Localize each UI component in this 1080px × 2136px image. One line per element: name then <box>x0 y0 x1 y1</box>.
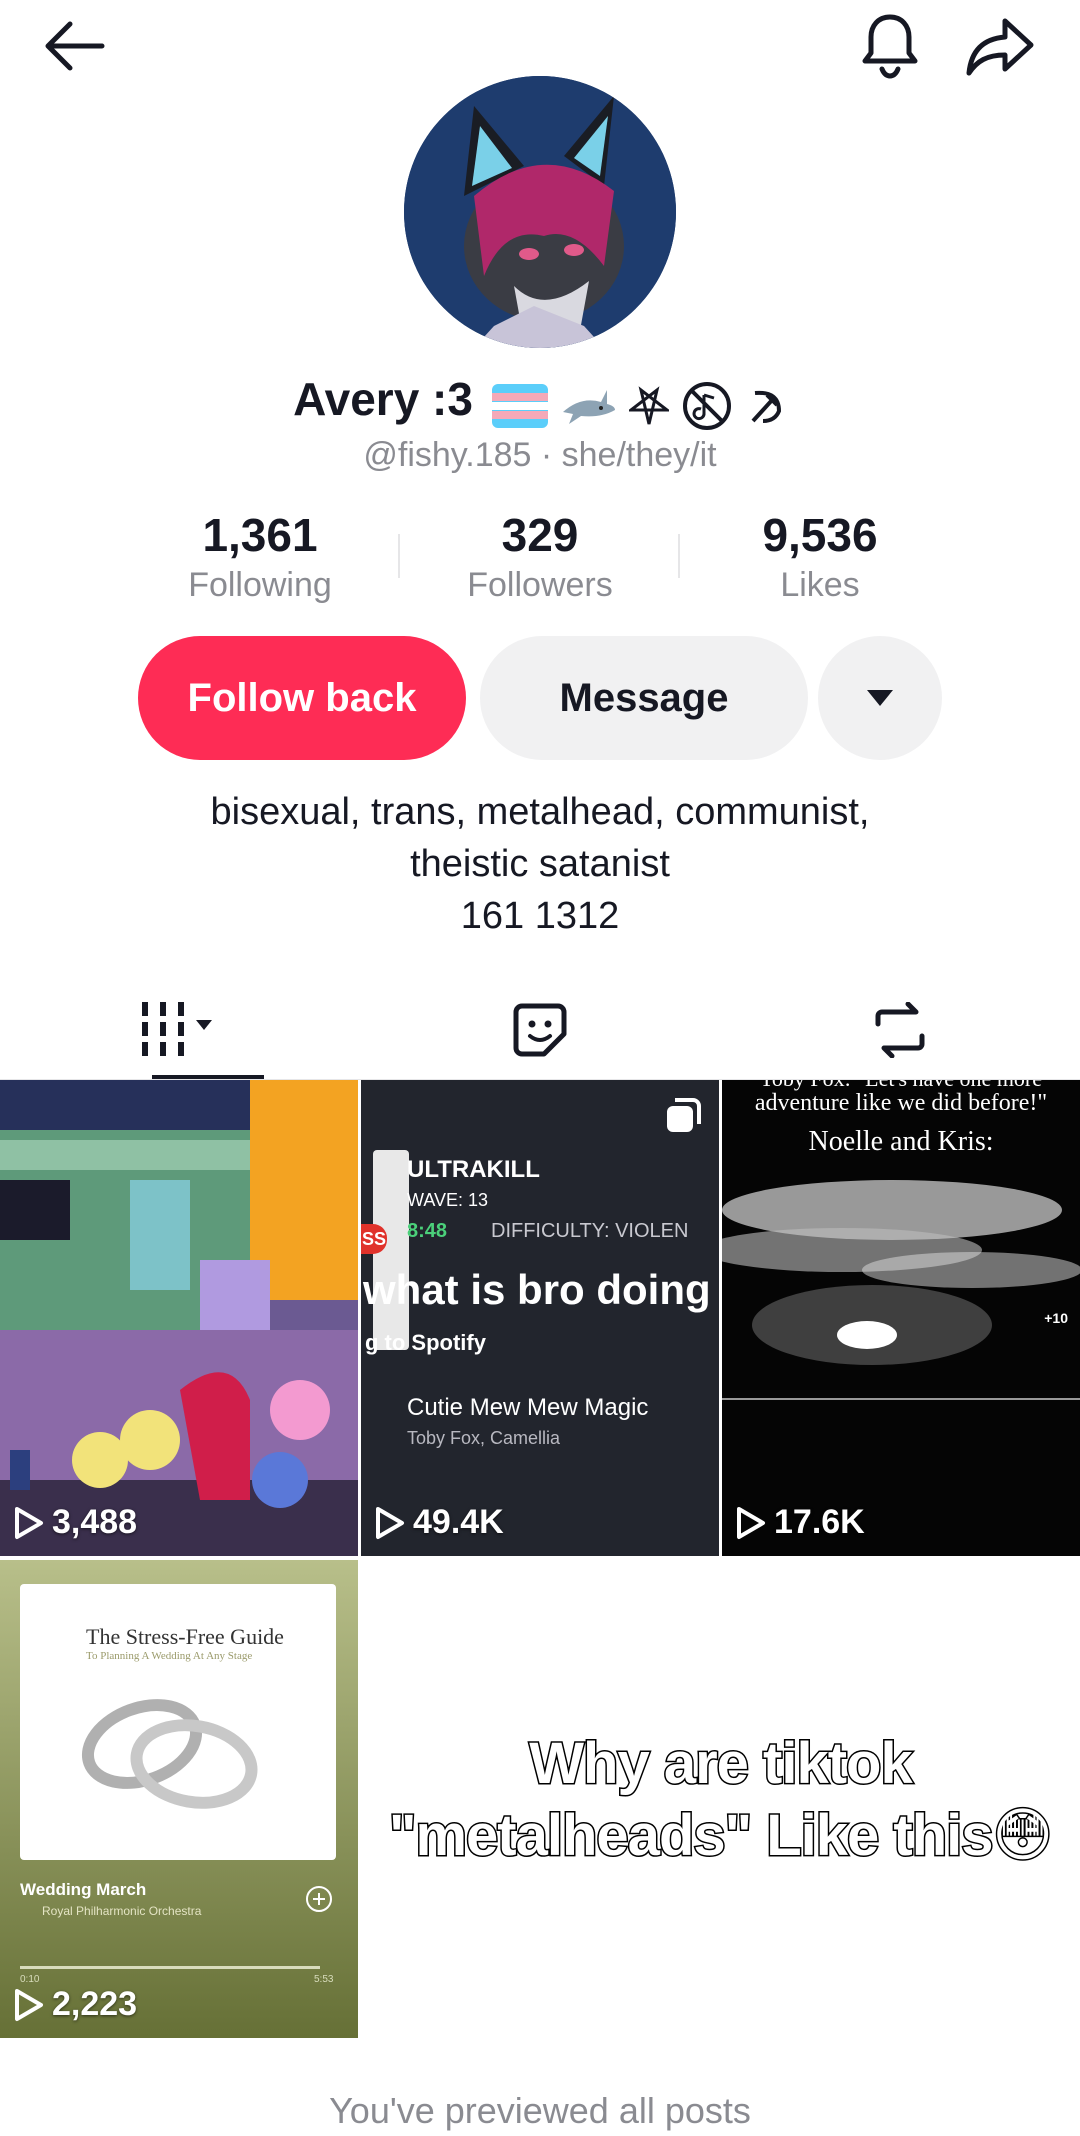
time-end: 5:53 <box>314 1974 334 1985</box>
followers-count: 329 <box>501 509 579 561</box>
play-icon <box>15 1506 43 1539</box>
stat-followers[interactable]: 329 Followers <box>400 508 680 608</box>
time-start: 0:10 <box>20 1974 40 1985</box>
post-tile[interactable]: Toby Fox: "Let's have one more adventure… <box>722 1080 1080 1556</box>
bio-line: theistic satanist <box>410 843 670 885</box>
bell-icon <box>862 14 918 79</box>
playback-progress <box>20 1966 320 1969</box>
more-options-button[interactable] <box>818 636 942 760</box>
end-of-posts-message: You've previewed all posts <box>329 2090 751 2131</box>
profile-actions: Follow back Message <box>138 636 944 760</box>
run-time: 8:48 <box>407 1220 448 1242</box>
arrow-left-icon <box>45 21 105 71</box>
meme-line: "metalheads" Like this😳 <box>387 1801 1054 1869</box>
view-count: 3,488 <box>14 1503 137 1542</box>
difficulty-label: DIFFICULTY: VIOLEN <box>491 1220 689 1242</box>
song-artist: Toby Fox, Camellia <box>407 1428 561 1448</box>
quote-line: Noelle and Kris: <box>808 1126 994 1157</box>
stat-likes[interactable]: 9,536 Likes <box>680 508 960 608</box>
view-count-value: 49.4K <box>413 1503 504 1541</box>
view-count: 17.6K <box>736 1503 865 1542</box>
bio-line: 161 1312 <box>460 895 620 937</box>
inverted-pentagram-icon <box>626 386 672 425</box>
share-arrow-icon <box>966 18 1034 76</box>
bio-line: bisexual, trans, metalhead, communist, <box>210 791 870 833</box>
plus-label: +10 <box>1044 1310 1068 1326</box>
following-count: 1,361 <box>202 509 318 561</box>
meme-caption: Why are tiktok "metalheads" Like this😳 <box>361 1560 1080 2038</box>
quote-line: adventure like we did before!" <box>754 1090 1048 1116</box>
view-count-value: 2,223 <box>52 1985 138 2023</box>
name-badges <box>491 375 787 431</box>
message-button[interactable]: Message <box>480 636 808 760</box>
post-thumbnail <box>0 1080 358 1556</box>
view-count: 2,223 <box>14 1985 137 2024</box>
tab-reposts[interactable] <box>720 980 1080 1080</box>
followers-label: Followers <box>467 566 613 604</box>
post-tile[interactable]: Why are tiktok "metalheads" Like this😳 <box>361 1560 1080 2038</box>
avatar-illustration <box>404 76 676 348</box>
album-cover: The Stress-Free Guide To Planning A Wedd… <box>20 1584 336 1860</box>
hammer-sickle-icon <box>751 390 781 423</box>
likes-label: Likes <box>780 566 860 604</box>
likes-count: 9,536 <box>762 509 878 561</box>
following-label: Following <box>188 566 332 604</box>
game-title: ULTRAKILL <box>407 1156 540 1183</box>
shark-icon <box>562 389 615 424</box>
post-tile[interactable]: The Stress-Free Guide To Planning A Wedd… <box>0 1560 358 2038</box>
sticker-icon <box>513 1003 567 1057</box>
rings-icon <box>81 1699 258 1809</box>
follow-back-button[interactable]: Follow back <box>138 636 466 760</box>
song-title: Cutie Mew Mew Magic <box>407 1394 649 1421</box>
rank-badge: SS <box>361 1224 387 1254</box>
stat-following[interactable]: 1,361 Following <box>120 508 400 608</box>
multi-photo-icon <box>667 1098 701 1132</box>
spotify-link: g to Spotify <box>365 1330 486 1355</box>
tab-favorites[interactable] <box>360 980 720 1080</box>
bio: bisexual, trans, metalhead, communist, t… <box>0 786 1080 942</box>
notification-bell-button[interactable] <box>852 8 928 84</box>
profile-stats: 1,361 Following 329 Followers 9,536 Like… <box>120 508 960 608</box>
track-artist: Royal Philharmonic Orchestra <box>42 1904 202 1918</box>
handle-pronouns: @fishy.185 · she/they/it <box>363 436 717 474</box>
play-icon <box>737 1506 765 1539</box>
post-tile[interactable]: SS ULTRAKILL WAVE: 13 8:48 DIFFICULTY: V… <box>361 1080 719 1556</box>
repost-icon <box>875 1002 925 1058</box>
wave-label: WAVE: 13 <box>407 1190 489 1210</box>
play-icon <box>376 1506 404 1539</box>
view-count: 49.4K <box>375 1503 504 1542</box>
back-button[interactable] <box>34 14 114 78</box>
meme-line: Why are tiktok <box>528 1729 914 1797</box>
post-caption: what is bro doing <box>363 1266 711 1313</box>
display-name: Avery :3 <box>293 373 473 425</box>
share-button[interactable] <box>960 8 1040 84</box>
track-title: Wedding March <box>20 1880 147 1899</box>
book-title: The Stress-Free Guide <box>86 1624 284 1649</box>
no-music-icon <box>683 381 732 430</box>
avatar[interactable] <box>404 76 676 348</box>
add-circle-icon <box>306 1886 332 1912</box>
trans-flag-icon <box>491 383 548 428</box>
tab-videos[interactable] <box>0 980 360 1080</box>
caret-down-icon <box>867 690 893 706</box>
grid-icon <box>142 1002 212 1056</box>
view-count-value: 3,488 <box>52 1503 138 1541</box>
book-subtitle: To Planning A Wedding At Any Stage <box>86 1650 253 1662</box>
display-name-row: Avery :3 <box>0 372 1080 431</box>
play-icon <box>15 1988 43 2021</box>
content-tabs <box>0 980 1080 1080</box>
view-count-value: 17.6K <box>774 1503 865 1541</box>
post-tile[interactable]: 3,488 <box>0 1080 358 1556</box>
